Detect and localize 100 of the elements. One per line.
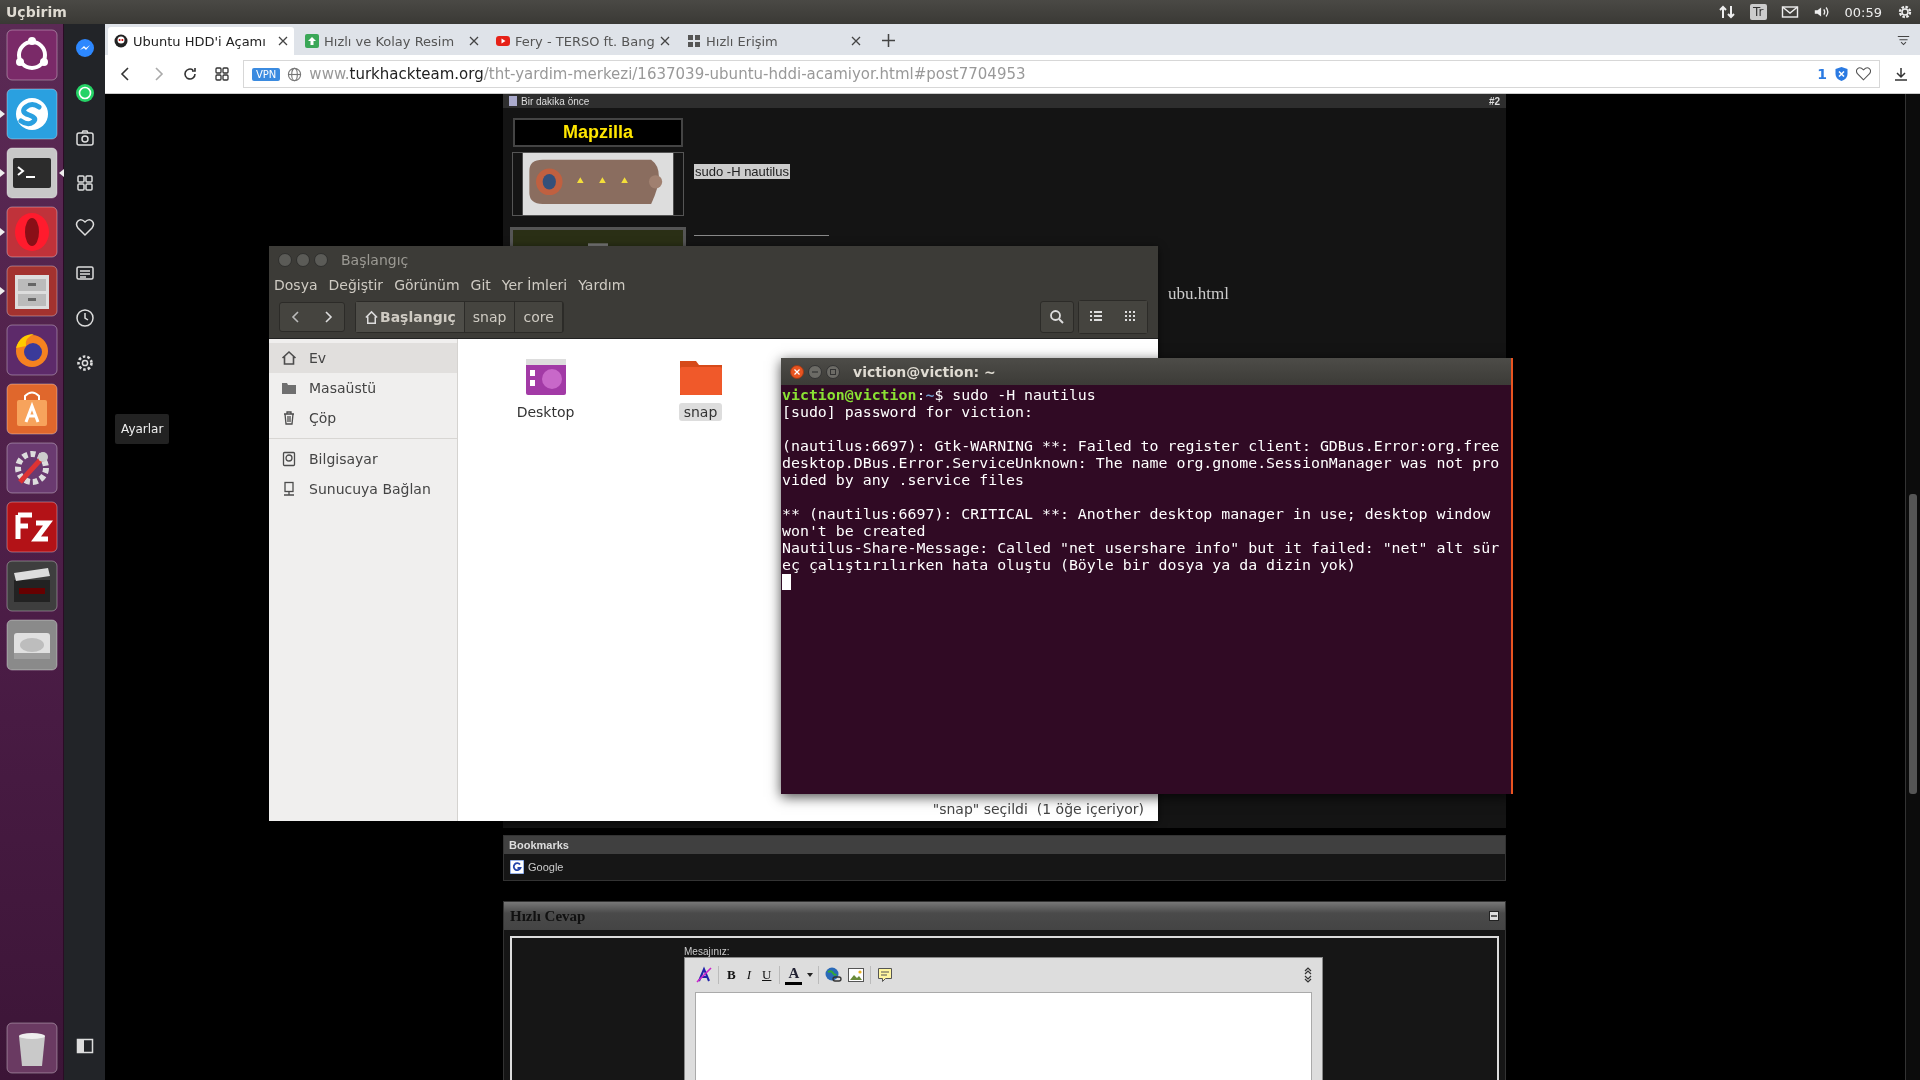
- window-title: Uçbirim: [6, 4, 67, 20]
- document-icon: [509, 96, 517, 106]
- scrollbar-thumb[interactable]: [1909, 494, 1917, 794]
- disk-launcher-icon[interactable]: [5, 619, 58, 671]
- browser-tab[interactable]: Hızlı ve Kolay Resim: [299, 27, 485, 55]
- browser-tab[interactable]: Fery - TERSO ft. Bang: [490, 27, 676, 55]
- panel-title: Hızlı Cevap: [510, 907, 586, 925]
- collapse-icon[interactable]: [1489, 911, 1499, 921]
- path-button[interactable]: snap: [464, 302, 516, 332]
- upload-arrow-icon: [305, 34, 319, 48]
- whatsapp-icon[interactable]: [74, 83, 95, 103]
- status-overlay: "snap" seçildi (1 öğe içeriyor): [932, 801, 1144, 817]
- firefox-launcher-icon[interactable]: [5, 324, 58, 376]
- post-message: sudo -H nautilus: [694, 164, 790, 179]
- path-button[interactable]: Başlangıç: [356, 302, 465, 332]
- window-buttons-icon[interactable]: [789, 363, 841, 380]
- news-icon[interactable]: [74, 263, 95, 283]
- shield-icon[interactable]: [1834, 66, 1849, 82]
- menu-item[interactable]: Değiştir: [328, 276, 384, 293]
- grid-icon[interactable]: [74, 173, 95, 193]
- skype-launcher-icon[interactable]: [5, 88, 58, 140]
- sidebar-item[interactable]: Sunucuya Bağlan: [269, 474, 457, 504]
- file-item[interactable]: Desktop: [508, 353, 583, 421]
- messenger-icon[interactable]: [74, 38, 95, 58]
- dropdown-caret-icon[interactable]: [807, 973, 814, 977]
- menu-item[interactable]: Yer İmleri: [501, 276, 568, 293]
- trash-icon: [281, 410, 297, 426]
- settings-icon[interactable]: [74, 353, 95, 373]
- address-field[interactable]: VPN www.turkhackteam.org/tht-yardim-merkezi/1637039-ubuntu-hddi-acamiyor.html#post7704953 1: [243, 60, 1880, 88]
- clock-icon[interactable]: [74, 308, 95, 328]
- trash-launcher-icon[interactable]: [5, 1022, 58, 1074]
- window-title: Başlangıç: [341, 251, 409, 268]
- sidebar-item[interactable]: Çöp: [269, 403, 457, 433]
- files-launcher-icon[interactable]: [5, 265, 58, 317]
- network-arrows-icon[interactable]: [1718, 3, 1737, 21]
- keyboard-layout-button[interactable]: Tr: [1750, 4, 1767, 20]
- file-item[interactable]: snap: [663, 353, 738, 421]
- home-icon: [281, 350, 297, 366]
- resize-arrows-icon[interactable]: [1304, 967, 1312, 983]
- store-launcher-icon[interactable]: [5, 383, 58, 435]
- blocked-count[interactable]: 1: [1817, 66, 1827, 82]
- browser-tab[interactable]: Ubuntu HDD'i Açamı: [108, 27, 294, 55]
- dash-launcher-icon[interactable]: [5, 29, 58, 81]
- close-icon[interactable]: [469, 36, 479, 46]
- power-gear-icon[interactable]: [1896, 3, 1914, 21]
- bookmark-link[interactable]: Google: [510, 860, 1499, 874]
- close-icon[interactable]: [851, 36, 861, 46]
- search-icon: [1049, 309, 1065, 325]
- format-button[interactable]: I: [743, 967, 754, 983]
- link-globe-icon[interactable]: [824, 966, 843, 984]
- message-label: Mesajınız:: [684, 946, 730, 957]
- menu-item[interactable]: Git: [470, 276, 491, 293]
- sidebar-item[interactable]: Masaüstü: [269, 373, 457, 403]
- clock[interactable]: 00:59: [1844, 4, 1882, 20]
- text-color-button[interactable]: A: [785, 965, 803, 985]
- close-icon[interactable]: [278, 36, 288, 46]
- terminal-launcher-icon[interactable]: [5, 147, 58, 199]
- heart-icon[interactable]: [74, 218, 95, 238]
- format-button[interactable]: B: [724, 967, 739, 983]
- menu-item[interactable]: Dosya: [274, 276, 318, 293]
- camera-icon[interactable]: [74, 128, 95, 148]
- menu-item[interactable]: Yardım: [578, 276, 626, 293]
- network-drive-icon: [281, 481, 297, 497]
- tab-menu-icon[interactable]: [1897, 34, 1910, 47]
- signature-text: ubu.html: [1168, 284, 1229, 304]
- panel-header: Bookmarks: [504, 836, 1505, 854]
- folder-icon: [281, 380, 297, 396]
- search-button[interactable]: [1040, 301, 1074, 333]
- browser-tab[interactable]: Hızlı Erişim: [681, 27, 867, 55]
- format-button[interactable]: U: [759, 967, 775, 983]
- menu-item[interactable]: Görünüm: [394, 276, 460, 293]
- filezilla-launcher-icon[interactable]: [5, 501, 58, 553]
- sidebar-item[interactable]: Ev: [269, 343, 457, 373]
- g-logo-icon: [510, 860, 524, 874]
- username-plate[interactable]: Mapzilla: [513, 118, 683, 147]
- terminal-line: ** (nautilus:6697): CRITICAL **: Another desktop manager in use; desktop window: [782, 506, 1492, 523]
- sidebar-toggle-icon[interactable]: [74, 1036, 95, 1056]
- tools-launcher-icon[interactable]: [5, 442, 58, 494]
- terminal-line: [sudo] password for viction:: [782, 404, 1035, 421]
- vpn-badge[interactable]: VPN: [252, 67, 281, 81]
- video-launcher-icon[interactable]: [5, 560, 58, 612]
- terminal-line: desktop.DBus.Error.ServiceUnknown: The name org.gnome.SessionManager was not pro: [782, 455, 1501, 472]
- scrollbar[interactable]: [1905, 94, 1920, 1080]
- quote-icon[interactable]: [876, 966, 895, 984]
- home-icon: [364, 309, 379, 325]
- sidebar-item[interactable]: Bilgisayar: [269, 444, 457, 474]
- image-icon[interactable]: [847, 966, 866, 984]
- close-icon[interactable]: [660, 36, 670, 46]
- mail-icon[interactable]: [1780, 3, 1799, 21]
- message-input[interactable]: [695, 992, 1312, 1080]
- url-text: www.turkhackteam.org/tht-yardim-merkezi/1637039-ubuntu-hddi-acamiyor.html#post7704953: [309, 65, 1026, 83]
- path-button[interactable]: core: [515, 302, 563, 332]
- window-title: viction@viction: ~: [853, 363, 996, 380]
- post-number[interactable]: #2: [1488, 95, 1500, 107]
- opera-launcher-icon[interactable]: [5, 206, 58, 258]
- new-tab-icon[interactable]: [882, 34, 895, 47]
- heart-icon[interactable]: [1856, 66, 1871, 82]
- post-time: Bir dakika önce: [521, 95, 590, 107]
- terminal-line: won't be created: [782, 523, 927, 540]
- remove-format-icon[interactable]: [695, 966, 713, 984]
